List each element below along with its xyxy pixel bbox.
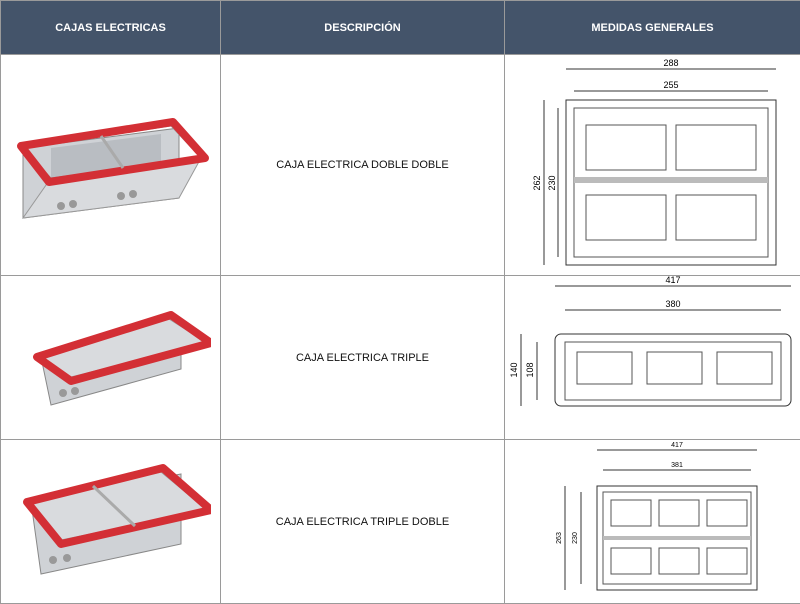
dim-inner-width: 380 <box>665 299 680 309</box>
header-row: CAJAS ELECTRICAS DESCRIPCIÓN MEDIDAS GEN… <box>1 1 800 55</box>
dim-inner-width: 255 <box>663 80 678 90</box>
dim-inner-height: 230 <box>572 532 579 544</box>
dim-outer-height: 140 <box>509 362 519 377</box>
dim-inner-width: 381 <box>671 462 683 469</box>
row-description: CAJA ELECTRICA DOBLE DOBLE <box>221 55 505 276</box>
header-medidas: MEDIDAS GENERALES <box>505 1 800 55</box>
row-description: CAJA ELECTRICA TRIPLE <box>221 276 505 440</box>
table-row: CAJA ELECTRICA TRIPLE DOBLE 417 381 263 <box>1 440 800 604</box>
header-cajas: CAJAS ELECTRICAS <box>1 1 221 55</box>
row-description: CAJA ELECTRICA TRIPLE DOBLE <box>221 440 505 604</box>
dimension-drawing-cell: 417 380 140 108 <box>505 276 800 440</box>
box-render-triple <box>11 285 211 425</box>
box-image-cell <box>1 440 221 604</box>
table-row: CAJA ELECTRICA DOBLE DOBLE 288 255 262 2… <box>1 55 800 276</box>
dimension-drawing-3: 417 381 263 230 <box>507 440 799 598</box>
dimension-drawing-1: 288 255 262 230 <box>508 55 798 270</box>
box-image-cell <box>1 276 221 440</box>
dim-outer-width: 417 <box>665 276 680 285</box>
dimension-drawing-cell: 288 255 262 230 <box>505 55 800 276</box>
box-render-doble-doble <box>11 78 211 248</box>
table-row: CAJA ELECTRICA TRIPLE 417 380 140 108 <box>1 276 800 440</box>
dim-outer-height: 263 <box>556 532 563 544</box>
dim-inner-height: 108 <box>525 362 535 377</box>
dim-outer-width: 288 <box>663 58 678 68</box>
dimension-drawing-2: 417 380 140 108 <box>507 276 799 434</box>
header-descripcion: DESCRIPCIÓN <box>221 1 505 55</box>
dimension-drawing-cell: 417 381 263 230 <box>505 440 800 604</box>
dim-outer-width: 417 <box>671 442 683 449</box>
dim-inner-height: 230 <box>547 175 557 190</box>
spec-table: CAJAS ELECTRICAS DESCRIPCIÓN MEDIDAS GEN… <box>0 0 800 604</box>
box-image-cell <box>1 55 221 276</box>
box-render-triple-doble <box>11 444 211 594</box>
dim-outer-height: 262 <box>532 175 542 190</box>
